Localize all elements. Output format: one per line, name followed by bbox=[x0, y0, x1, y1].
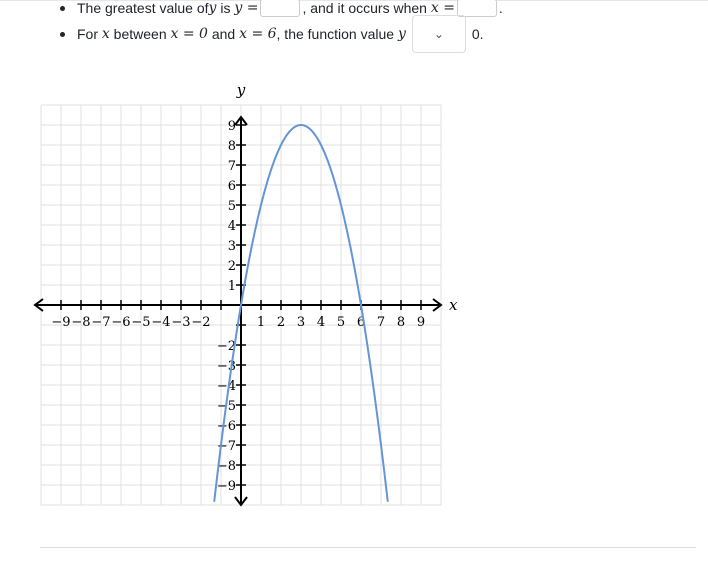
x-tick-label: 7 bbox=[377, 315, 385, 330]
x-tick-label: 3 bbox=[297, 315, 305, 330]
y-tick-label: 8 bbox=[228, 139, 236, 154]
coordinate-graph: −9 −8 −7 −6 −5 −4 −3 −2 1 2 3 4 5 6 7 8 9987654321−2−3−4… bbox=[33, 81, 458, 507]
x-tick-label: −2 bbox=[191, 315, 210, 330]
bottom-divider bbox=[40, 547, 696, 548]
x-tick-label: −5 bbox=[131, 315, 150, 330]
x-tick-label: −3 bbox=[171, 315, 190, 330]
y-tick-label: 1 bbox=[228, 279, 236, 294]
x-tick-label: −4 bbox=[151, 315, 170, 330]
x-tick-label: 1 bbox=[257, 315, 265, 330]
x-tick-label: 2 bbox=[277, 315, 285, 330]
x-tick-label: 8 bbox=[397, 315, 405, 330]
x-tick-label: −6 bbox=[111, 315, 130, 330]
y-tick-label: 2 bbox=[228, 259, 236, 274]
x-tick-label: −7 bbox=[91, 315, 110, 330]
y-tick-label: 5 bbox=[228, 199, 236, 214]
y-tick-label: −4 bbox=[217, 379, 236, 394]
x-tick-label: 4 bbox=[317, 315, 325, 330]
y-tick-label: 6 bbox=[228, 179, 236, 194]
y-tick-label: 4 bbox=[228, 219, 236, 234]
y-tick-label: 3 bbox=[228, 239, 236, 254]
x-tick-label: 9 bbox=[417, 315, 425, 330]
x-axis-label: x bbox=[449, 296, 458, 314]
y-axis-label: y bbox=[236, 81, 246, 99]
x-tick-label: −8 bbox=[71, 315, 90, 330]
y-tick-label: 9 bbox=[228, 119, 236, 134]
x-tick-label: −9 bbox=[51, 315, 70, 330]
y-tick-label: 7 bbox=[228, 159, 236, 174]
y-tick-label: −9 bbox=[217, 479, 236, 494]
y-tick-label: −6 bbox=[217, 419, 236, 434]
x-tick-label: 5 bbox=[337, 315, 345, 330]
